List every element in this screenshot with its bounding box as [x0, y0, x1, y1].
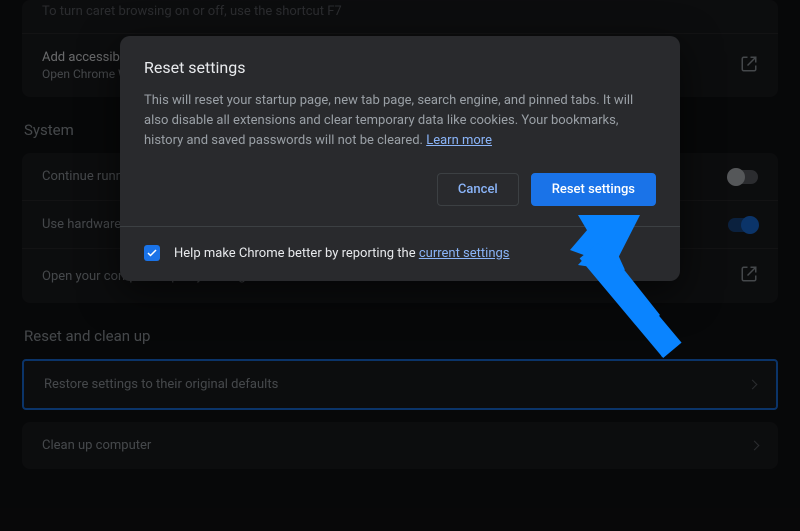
- report-text-prefix: Help make Chrome better by reporting the: [174, 246, 419, 261]
- modal-body-text: This will reset your startup page, new t…: [144, 93, 633, 148]
- modal-body: This will reset your startup page, new t…: [120, 91, 680, 169]
- reset-settings-modal: Reset settings This will reset your star…: [120, 36, 680, 281]
- modal-footer: Help make Chrome better by reporting the…: [120, 226, 680, 281]
- learn-more-link[interactable]: Learn more: [426, 133, 492, 148]
- cancel-button[interactable]: Cancel: [437, 173, 519, 206]
- report-checkbox[interactable]: [144, 245, 160, 261]
- report-text: Help make Chrome better by reporting the…: [174, 246, 510, 261]
- current-settings-link[interactable]: current settings: [419, 246, 510, 261]
- reset-settings-button[interactable]: Reset settings: [531, 173, 656, 206]
- modal-title: Reset settings: [120, 36, 680, 91]
